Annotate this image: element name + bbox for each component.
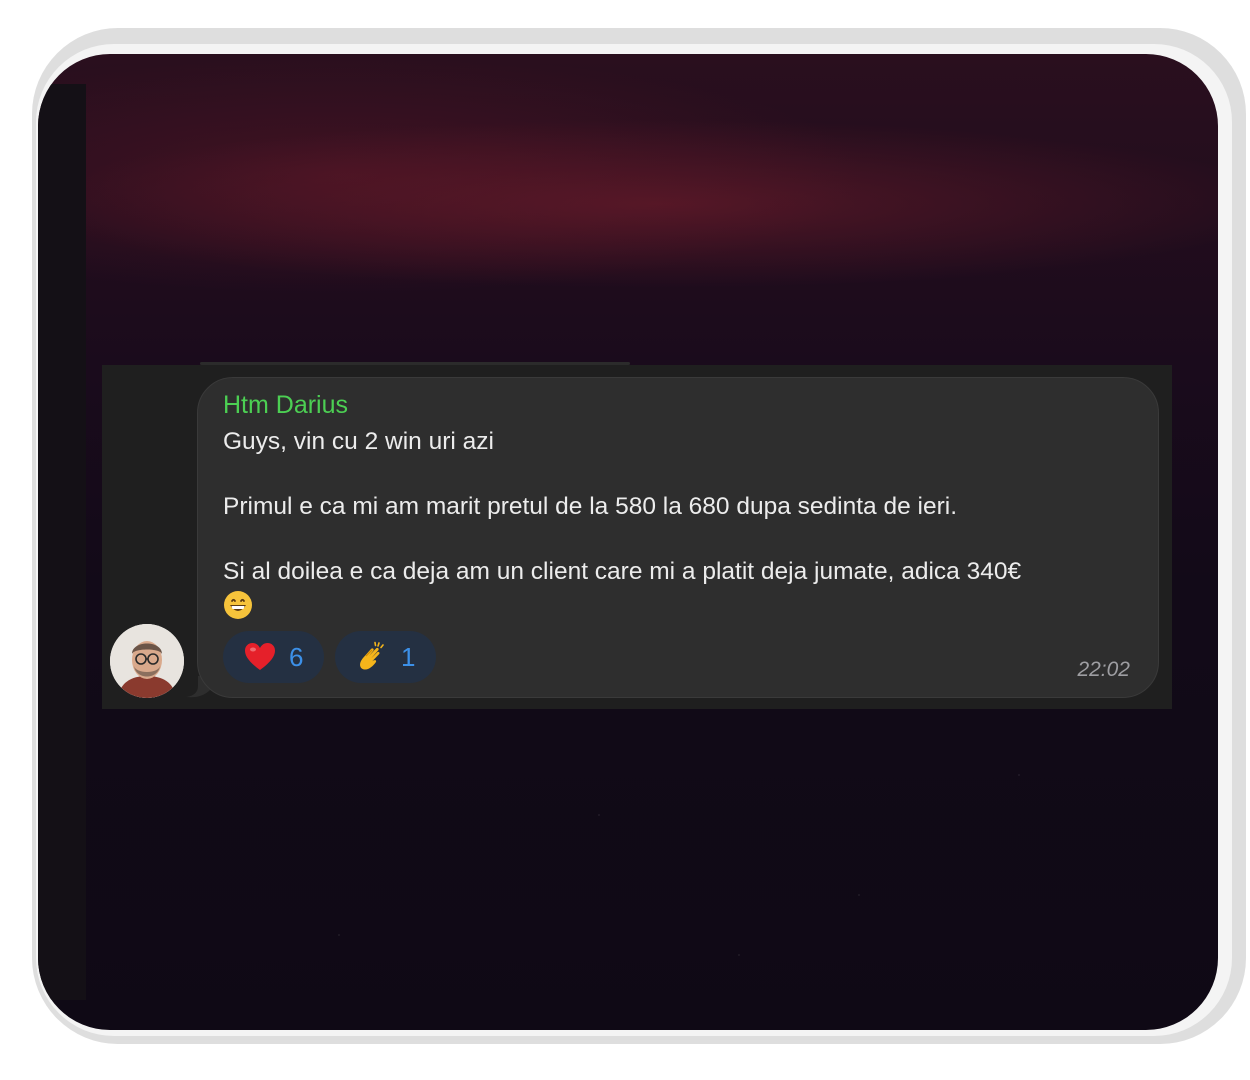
message-line-2: Primul e ca mi am marit pretul de la 580…	[223, 493, 958, 520]
message-text: Guys, vin cu 2 win uri azi Primul e ca m…	[223, 426, 1143, 621]
message-line-1: Guys, vin cu 2 win uri azi	[223, 428, 494, 455]
sender-avatar[interactable]	[110, 624, 184, 698]
grinning-face-emoji-line	[223, 589, 1143, 622]
avatar-photo	[110, 624, 184, 698]
screen-left-edge	[38, 84, 86, 1000]
message-timestamp: 22:02	[1077, 658, 1130, 681]
grinning-face-emoji	[224, 591, 252, 620]
sender-name[interactable]: Htm Darius	[223, 391, 348, 420]
heart-reaction[interactable]: 6	[223, 631, 324, 683]
clap-reaction-count: 1	[401, 641, 416, 672]
clapping-hands-emoji-icon	[360, 641, 384, 670]
heart-emoji-icon	[245, 643, 275, 670]
message-line-3: Si al doilea e ca deja am un client care…	[223, 558, 1022, 585]
heart-reaction-count: 6	[289, 641, 304, 672]
message-bubble[interactable]: Htm Darius Guys, vin cu 2 win uri azi Pr…	[197, 377, 1159, 698]
clap-reaction[interactable]: 1	[335, 631, 436, 683]
